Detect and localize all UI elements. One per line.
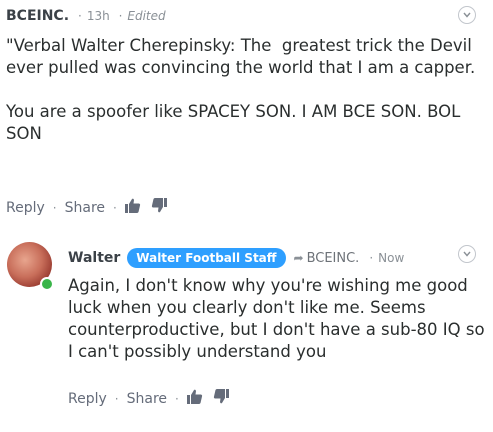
online-indicator <box>40 277 54 291</box>
thumbs-up-icon <box>186 389 202 404</box>
upvote-button[interactable] <box>124 198 141 217</box>
comment-menu-button[interactable] <box>458 245 476 263</box>
chevron-down-icon <box>463 251 471 257</box>
downvote-button[interactable] <box>151 198 167 217</box>
edited-label: Edited <box>127 9 166 23</box>
separator-dot: · <box>369 251 374 265</box>
comment-header: Walter Walter Football Staff ➦ BCEINC. · N… <box>68 248 404 268</box>
separator-dot: · <box>113 200 117 215</box>
staff-badge: Walter Football Staff <box>127 248 286 268</box>
comment-menu-button[interactable] <box>458 6 476 24</box>
reply-to-author[interactable]: BCEINC. <box>307 251 360 266</box>
comment-body: Again, I don't know why you're wishing m… <box>68 276 490 361</box>
share-link[interactable]: Share <box>65 200 105 216</box>
comment-actions: Reply · Share · <box>6 198 167 217</box>
comment-header: BCEINC. · 13h · Edited <box>6 8 166 24</box>
share-link[interactable]: Share <box>127 391 167 407</box>
thumbs-down-icon <box>213 389 229 404</box>
timestamp[interactable]: 13h <box>87 9 110 23</box>
thumbs-up-icon <box>124 198 140 213</box>
author-name[interactable]: BCEINC. <box>6 8 69 24</box>
comment-meta: · Now <box>369 251 404 265</box>
timestamp[interactable]: Now <box>378 251 404 265</box>
separator-dot: · <box>52 200 57 215</box>
reply-link[interactable]: Reply <box>68 391 107 407</box>
chevron-down-icon <box>463 12 471 18</box>
comment-body: "Verbal Walter Cherepinsky: The greatest… <box>6 36 476 143</box>
thumbs-down-icon <box>151 198 167 213</box>
in-reply-to[interactable]: ➦ BCEINC. <box>294 251 360 266</box>
comment-meta: · 13h · Edited <box>78 9 166 23</box>
comment-actions: Reply · Share · <box>68 389 229 408</box>
reply-link[interactable]: Reply <box>6 200 45 216</box>
separator-dot: · <box>175 391 179 406</box>
separator-dot: · <box>114 391 119 406</box>
author-name[interactable]: Walter <box>68 250 120 266</box>
downvote-button[interactable] <box>213 389 229 408</box>
upvote-button[interactable] <box>186 389 203 408</box>
separator-dot: · <box>118 9 123 23</box>
reply-arrow-icon: ➦ <box>293 250 304 265</box>
separator-dot: · <box>78 9 82 23</box>
